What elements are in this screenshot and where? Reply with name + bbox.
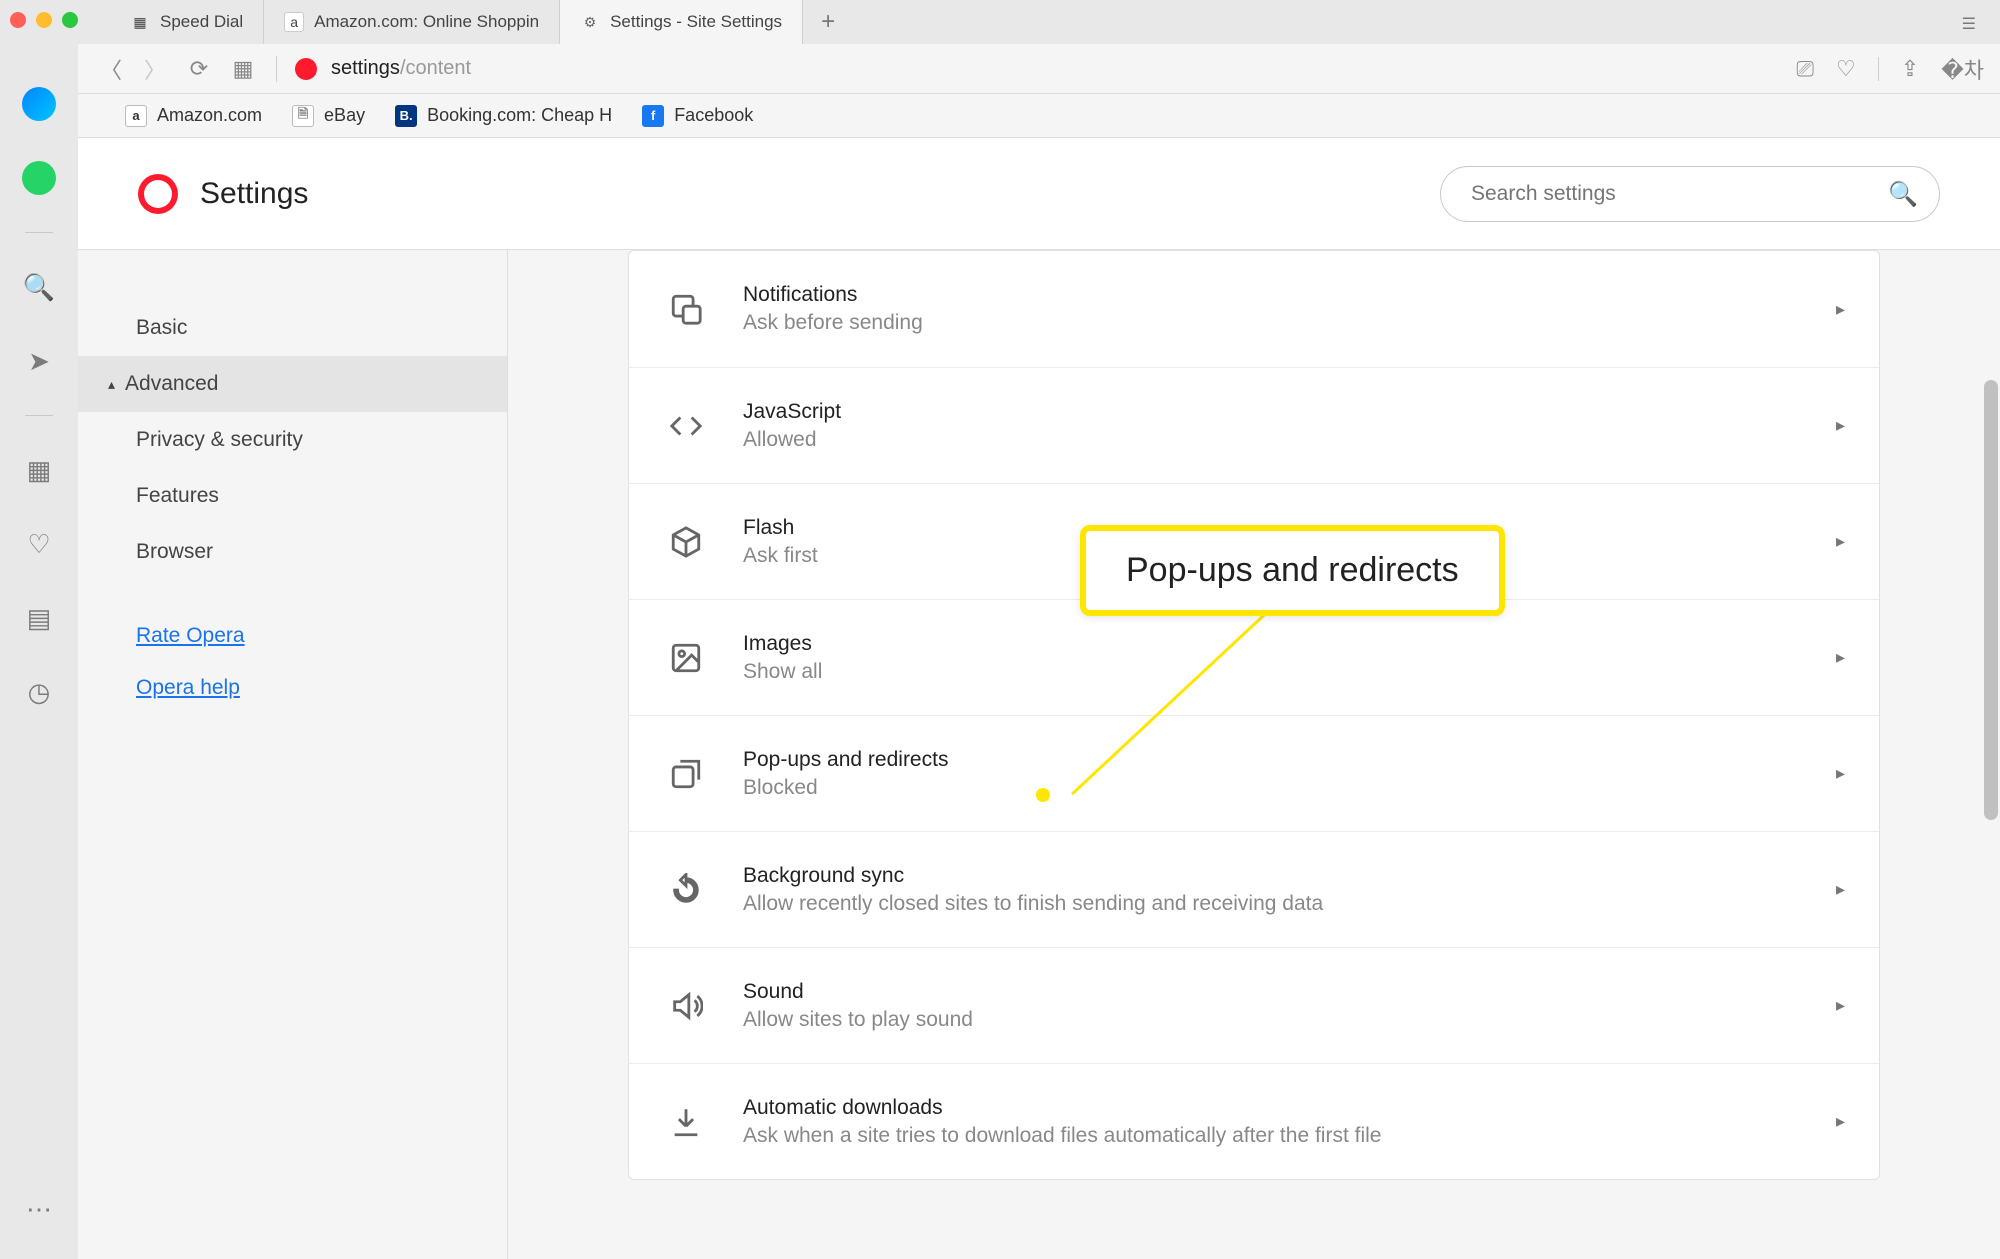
tab-label: Amazon.com: Online Shoppin bbox=[314, 12, 539, 32]
bookmark-amazon[interactable]: aAmazon.com bbox=[125, 105, 262, 127]
chevron-up-icon: ▴ bbox=[108, 376, 115, 393]
bookmark-booking[interactable]: B.Booking.com: Cheap H bbox=[395, 105, 612, 127]
bookmark-facebook[interactable]: fFacebook bbox=[642, 105, 753, 127]
divider bbox=[25, 415, 53, 416]
site-settings-list: NotificationsAsk before sending ▸ JavaSc… bbox=[628, 250, 1880, 1180]
row-javascript[interactable]: JavaScriptAllowed ▸ bbox=[629, 367, 1879, 483]
annotation-dot bbox=[1036, 788, 1050, 802]
annotation-callout: Pop-ups and redirects bbox=[1080, 525, 1505, 616]
notification-icon bbox=[663, 286, 709, 332]
tiles-icon[interactable]: ▦ bbox=[228, 56, 258, 82]
messenger-icon[interactable] bbox=[19, 84, 59, 124]
maximize-window[interactable] bbox=[62, 12, 78, 28]
share-icon[interactable]: ⇪ bbox=[1901, 56, 1919, 82]
opera-logo-icon bbox=[138, 174, 178, 214]
search-icon[interactable]: 🔍 bbox=[1888, 180, 1918, 209]
chevron-right-icon: ▸ bbox=[1836, 763, 1845, 784]
tab-speed-dial[interactable]: ▦ Speed Dial bbox=[110, 0, 264, 44]
whatsapp-icon[interactable] bbox=[19, 158, 59, 198]
new-tab-button[interactable]: + bbox=[803, 0, 853, 44]
reload-button[interactable]: ⟳ bbox=[184, 56, 214, 82]
bookmark-ebay[interactable]: 🗎eBay bbox=[292, 105, 365, 127]
search-icon[interactable]: 🔍 bbox=[19, 267, 59, 307]
opera-sidebar: 🔍 ➤ ▦ ♡ ▤ ◷ ⋯ bbox=[0, 44, 78, 1259]
opera-icon bbox=[295, 58, 317, 80]
sliders-icon[interactable]: �차 bbox=[1941, 53, 1984, 85]
scrollbar[interactable] bbox=[1984, 380, 1998, 820]
heart-icon[interactable]: ♡ bbox=[19, 524, 59, 564]
window-controls bbox=[10, 12, 78, 28]
address-text[interactable]: settings/content bbox=[331, 57, 471, 80]
minimize-window[interactable] bbox=[36, 12, 52, 28]
speed-dial-icon[interactable]: ▦ bbox=[19, 450, 59, 490]
chevron-right-icon: ▸ bbox=[1836, 531, 1845, 552]
settings-content: NotificationsAsk before sending ▸ JavaSc… bbox=[508, 250, 2000, 1259]
sync-icon bbox=[663, 867, 709, 913]
chevron-right-icon: ▸ bbox=[1836, 879, 1845, 900]
tab-bar: ▦ Speed Dial a Amazon.com: Online Shoppi… bbox=[0, 0, 2000, 44]
chevron-right-icon: ▸ bbox=[1836, 415, 1845, 436]
nav-advanced[interactable]: ▴ Advanced bbox=[78, 356, 507, 412]
chevron-right-icon: ▸ bbox=[1836, 299, 1845, 320]
download-icon bbox=[663, 1099, 709, 1145]
opera-help-link[interactable]: Opera help bbox=[78, 662, 507, 714]
settings-header: Settings 🔍 bbox=[78, 138, 2000, 250]
address-bar: 〈 〉 ⟳ ▦ settings/content ⎚ ♡ ⇪ �차 bbox=[0, 44, 2000, 94]
tab-label: Settings - Site Settings bbox=[610, 12, 782, 32]
sound-icon bbox=[663, 983, 709, 1029]
nav-browser[interactable]: Browser bbox=[78, 524, 507, 580]
amazon-icon: a bbox=[284, 12, 304, 32]
row-automatic-downloads[interactable]: Automatic downloadsAsk when a site tries… bbox=[629, 1063, 1879, 1179]
popup-icon bbox=[663, 751, 709, 797]
forward-button[interactable]: 〉 bbox=[140, 53, 170, 85]
code-icon bbox=[663, 403, 709, 449]
history-icon[interactable]: ◷ bbox=[19, 672, 59, 712]
bookmark-heart-icon[interactable]: ♡ bbox=[1836, 56, 1856, 82]
row-background-sync[interactable]: Background syncAllow recently closed sit… bbox=[629, 831, 1879, 947]
bookmarks-bar: aAmazon.com 🗎eBay B.Booking.com: Cheap H… bbox=[0, 94, 2000, 138]
row-popups-redirects[interactable]: Pop-ups and redirectsBlocked ▸ bbox=[629, 715, 1879, 831]
gear-icon: ⚙ bbox=[580, 12, 600, 32]
row-notifications[interactable]: NotificationsAsk before sending ▸ bbox=[629, 251, 1879, 367]
grid-icon: ▦ bbox=[130, 12, 150, 32]
rate-opera-link[interactable]: Rate Opera bbox=[78, 610, 507, 662]
chevron-right-icon: ▸ bbox=[1836, 1111, 1845, 1132]
divider bbox=[276, 56, 277, 82]
search-settings-input[interactable] bbox=[1440, 166, 1940, 222]
divider bbox=[25, 232, 53, 233]
nav-basic[interactable]: Basic bbox=[78, 300, 507, 356]
close-window[interactable] bbox=[10, 12, 26, 28]
divider bbox=[1878, 57, 1879, 81]
tab-settings[interactable]: ⚙ Settings - Site Settings bbox=[560, 0, 803, 44]
more-icon[interactable]: ⋯ bbox=[19, 1189, 59, 1229]
chevron-right-icon: ▸ bbox=[1836, 647, 1845, 668]
send-icon[interactable]: ➤ bbox=[19, 341, 59, 381]
cube-icon bbox=[663, 519, 709, 565]
settings-page: Settings 🔍 Basic ▴ Advanced Privacy & se… bbox=[78, 138, 2000, 1259]
back-button[interactable]: 〈 bbox=[96, 53, 126, 85]
snapshot-icon[interactable]: ⎚ bbox=[1796, 56, 1814, 82]
nav-features[interactable]: Features bbox=[78, 468, 507, 524]
settings-nav: Basic ▴ Advanced Privacy & security Feat… bbox=[78, 250, 508, 1259]
chevron-right-icon: ▸ bbox=[1836, 995, 1845, 1016]
page-title: Settings bbox=[200, 177, 308, 211]
tab-amazon[interactable]: a Amazon.com: Online Shoppin bbox=[264, 0, 560, 44]
news-icon[interactable]: ▤ bbox=[19, 598, 59, 638]
tab-label: Speed Dial bbox=[160, 12, 243, 32]
image-icon bbox=[663, 635, 709, 681]
nav-privacy-security[interactable]: Privacy & security bbox=[78, 412, 507, 468]
row-images[interactable]: ImagesShow all ▸ bbox=[629, 599, 1879, 715]
tabs-menu-icon[interactable]: ☰ bbox=[1962, 14, 1976, 34]
row-sound[interactable]: SoundAllow sites to play sound ▸ bbox=[629, 947, 1879, 1063]
